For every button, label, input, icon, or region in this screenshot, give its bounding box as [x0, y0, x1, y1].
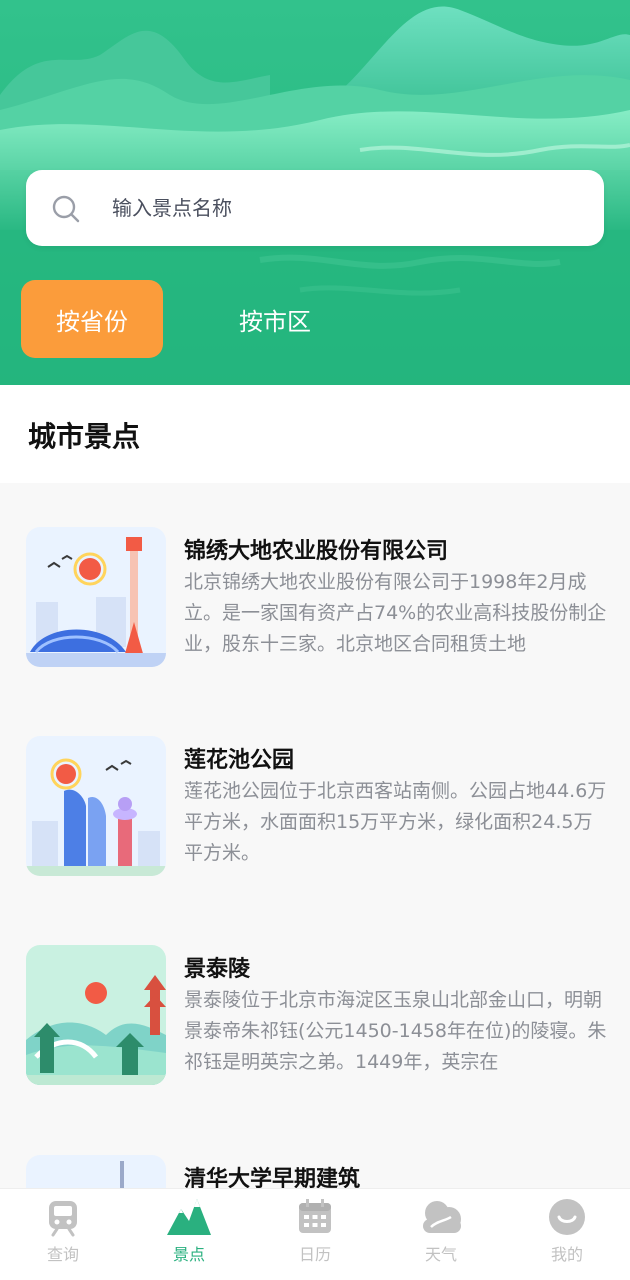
- spot-thumbnail: [26, 945, 166, 1085]
- spot-thumbnail: [26, 1155, 166, 1188]
- calendar-icon: [299, 1199, 331, 1233]
- tab-query-label: 查询: [46, 1245, 79, 1264]
- spot-thumbnail: [26, 527, 166, 667]
- spot-title: 景泰陵: [184, 957, 251, 982]
- spot-description: 莲花池公园位于北京西客站南侧。公园占地44.6万平方米，水面面积15万平方米，绿…: [184, 780, 607, 864]
- search-bar[interactable]: [26, 170, 604, 246]
- tab-weather[interactable]: 天气: [396, 1197, 486, 1277]
- tab-profile-label: 我的: [550, 1245, 583, 1264]
- search-input[interactable]: [112, 188, 582, 228]
- tab-by-district[interactable]: 按市区: [195, 280, 355, 358]
- spot-title: 清华大学早期建筑: [184, 1167, 361, 1188]
- spot-list[interactable]: 锦绣大地农业股份有限公司 北京锦绣大地农业股份有限公司于1998年2月成立。是一…: [0, 483, 630, 1188]
- list-item[interactable]: 清华大学早期建筑: [0, 1155, 630, 1188]
- list-item[interactable]: 景泰陵 景泰陵位于北京市海淀区玉泉山北部金山口，明朝景泰帝朱祁钰(公元1450-…: [0, 945, 630, 1125]
- list-item[interactable]: 锦绣大地农业股份有限公司 北京锦绣大地农业股份有限公司于1998年2月成立。是一…: [0, 527, 630, 707]
- spot-description: 景泰陵位于北京市海淀区玉泉山北部金山口，明朝景泰帝朱祁钰(公元1450-1458…: [184, 989, 607, 1073]
- tab-spots-label: 景点: [172, 1245, 205, 1264]
- section-title: 城市景点: [28, 420, 141, 453]
- bottom-tab-bar: 查询 景点 日历 天气 我的: [0, 1188, 630, 1280]
- tab-by-province[interactable]: 按省份: [21, 280, 163, 358]
- spot-description: 北京锦绣大地农业股份有限公司于1998年2月成立。是一家国有资产占74%的农业高…: [184, 571, 607, 655]
- cloud-icon: [423, 1201, 461, 1233]
- tab-calendar-label: 日历: [298, 1245, 331, 1264]
- search-icon: [52, 195, 80, 223]
- tab-by-district-label: 按市区: [239, 307, 311, 336]
- tab-query[interactable]: 查询: [18, 1197, 108, 1277]
- spot-title: 锦绣大地农业股份有限公司: [184, 539, 449, 564]
- mountain-icon: [167, 1199, 211, 1235]
- section-header: 城市景点: [0, 385, 630, 483]
- tab-spots[interactable]: 景点: [144, 1197, 234, 1277]
- tab-calendar[interactable]: 日历: [270, 1197, 360, 1277]
- spot-title: 莲花池公园: [184, 748, 295, 773]
- spot-thumbnail: [26, 736, 166, 876]
- tab-weather-label: 天气: [424, 1245, 457, 1264]
- tab-profile[interactable]: 我的: [522, 1197, 612, 1277]
- list-item[interactable]: 莲花池公园 莲花池公园位于北京西客站南侧。公园占地44.6万平方米，水面面积15…: [0, 736, 630, 916]
- train-icon: [49, 1201, 77, 1237]
- tab-by-province-label: 按省份: [56, 307, 128, 336]
- profile-icon: [549, 1199, 585, 1235]
